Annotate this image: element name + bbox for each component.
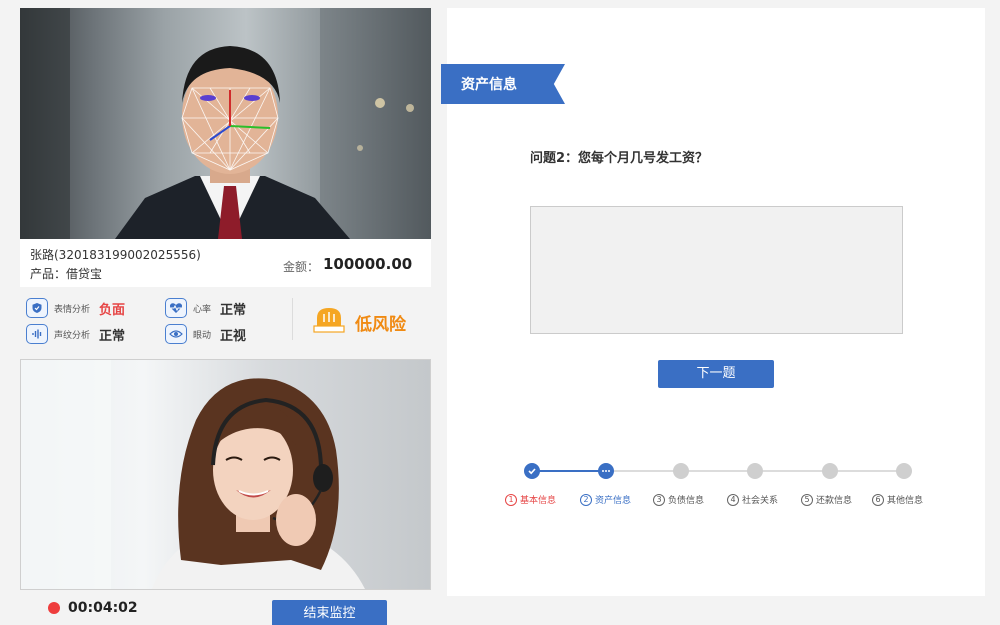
customer-name-id: 张路(320183199002025556) <box>30 248 201 262</box>
step-text: 还款信息 <box>816 496 853 506</box>
step-4-dot[interactable] <box>747 463 763 479</box>
step-6-label[interactable]: 6 其他信息 <box>872 493 923 506</box>
section-title: 资产信息 <box>461 77 517 93</box>
step-number: 5 <box>801 493 813 506</box>
agent-video-image <box>21 360 365 589</box>
end-monitoring-button[interactable]: 结束监控 <box>272 600 387 625</box>
step-connector <box>539 470 606 472</box>
question-text: 问题2：您每个月几号发工资？ <box>530 151 709 166</box>
step-2-label[interactable]: 2 资产信息 <box>580 493 631 506</box>
step-number: 3 <box>653 493 665 506</box>
step-1-label[interactable]: 1 基本信息 <box>505 493 556 506</box>
answer-input[interactable] <box>530 206 903 334</box>
step-number: 1 <box>505 493 517 506</box>
ellipsis-icon <box>602 470 610 472</box>
step-1-dot[interactable] <box>524 463 540 479</box>
next-question-button[interactable]: 下一题 <box>658 360 774 388</box>
metric-voiceprint: 声纹分析 正常 <box>26 324 125 344</box>
step-text: 资产信息 <box>595 496 632 506</box>
step-4-label[interactable]: 4 社会关系 <box>727 493 778 506</box>
heart-rate-icon <box>165 298 187 318</box>
step-3-dot[interactable] <box>673 463 689 479</box>
customer-video <box>20 8 431 239</box>
amount-label: 金额： <box>283 260 320 274</box>
step-text: 其他信息 <box>887 496 924 506</box>
metric-label: 表情分析 <box>54 304 91 315</box>
step-5-label[interactable]: 5 还款信息 <box>801 493 852 506</box>
metric-label: 声纹分析 <box>54 330 91 341</box>
customer-video-image <box>20 8 431 239</box>
eye-icon <box>165 324 187 344</box>
step-number: 6 <box>872 493 884 506</box>
step-6-dot[interactable] <box>896 463 912 479</box>
step-number: 2 <box>580 493 592 506</box>
metric-value: 负面 <box>99 302 126 318</box>
recording-timer: 00:04:02 <box>68 600 138 616</box>
step-text: 负债信息 <box>668 496 705 506</box>
metric-value: 正常 <box>99 328 126 344</box>
metric-eye-movement: 眼动 正视 <box>165 324 246 344</box>
agent-video <box>20 359 431 590</box>
metric-value: 正视 <box>220 328 247 344</box>
step-3-label[interactable]: 3 负债信息 <box>653 493 704 506</box>
step-5-dot[interactable] <box>822 463 838 479</box>
customer-product: 产品：借贷宝 <box>30 267 103 281</box>
step-number: 4 <box>727 493 739 506</box>
metric-label: 眼动 <box>193 330 212 341</box>
check-icon <box>528 468 536 475</box>
voiceprint-icon <box>26 324 48 344</box>
recording-indicator-icon <box>48 602 60 614</box>
customer-info-card: 张路(320183199002025556) 产品：借贷宝 金额： 100000… <box>20 239 431 287</box>
step-text: 社会关系 <box>742 496 779 506</box>
risk-level: 低风险 <box>355 315 406 335</box>
amount-value: 100000.00 <box>323 255 413 273</box>
metrics-divider <box>292 298 293 340</box>
metric-expression: 表情分析 负面 <box>26 298 125 318</box>
step-text: 基本信息 <box>520 496 557 506</box>
warning-light-icon <box>312 304 346 334</box>
metric-value: 正常 <box>220 302 247 318</box>
shield-icon <box>26 298 48 318</box>
metric-label: 心率 <box>193 304 212 315</box>
metric-heart-rate: 心率 正常 <box>165 298 246 318</box>
step-2-dot[interactable] <box>598 463 614 479</box>
